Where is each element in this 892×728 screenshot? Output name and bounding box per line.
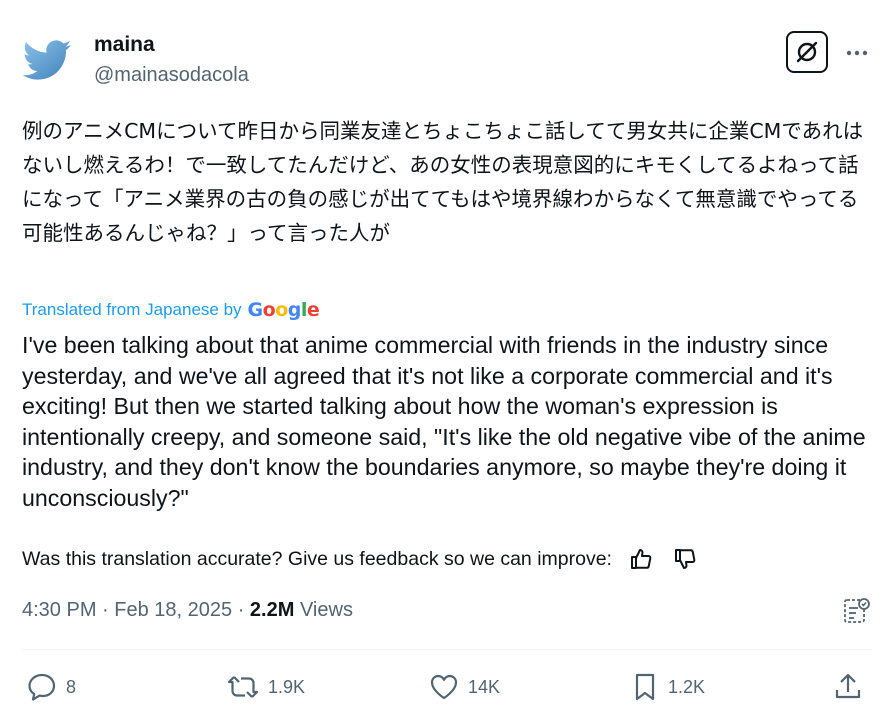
bookmark-count: 1.2K <box>668 676 706 697</box>
tweet-time[interactable]: 4:30 PM <box>22 599 96 621</box>
thumbs-down-button[interactable] <box>670 544 700 574</box>
divider <box>22 649 872 650</box>
feedback-prompt: Was this translation accurate? Give us f… <box>22 548 612 570</box>
reply-count: 8 <box>66 676 77 697</box>
views-label: Views <box>299 599 353 621</box>
share-icon <box>835 673 861 699</box>
like-icon <box>430 674 458 700</box>
author-name[interactable]: maina <box>94 32 155 58</box>
repost-count: 1.9K <box>268 676 306 697</box>
translation-feedback: Was this translation accurate? Give us f… <box>22 544 700 574</box>
tweet-translated-text: I've been talking about that anime comme… <box>22 332 866 511</box>
translation-attribution[interactable]: Translated from Japanese by Google <box>22 297 320 323</box>
tweet-original-text: 例のアニメCMについて昨日から同業友達とちょこちょこ話してて男女共に企業CMであ… <box>22 119 864 245</box>
more-icon <box>846 50 868 56</box>
tweet-meta: 4:30 PM · Feb 18, 2025 · 2.2M Views <box>22 599 353 621</box>
grok-button[interactable] <box>786 31 828 73</box>
repost-button[interactable]: 1.9K <box>226 670 305 704</box>
twitter-bird-avatar-icon <box>22 40 71 80</box>
share-button[interactable] <box>832 670 864 704</box>
reply-icon <box>28 673 56 701</box>
tweet-date[interactable]: Feb 18, 2025 <box>114 599 232 621</box>
like-button[interactable]: 14K <box>428 670 500 704</box>
analytics-icon <box>844 598 870 623</box>
thumbs-up-icon <box>630 549 652 569</box>
more-button[interactable] <box>840 36 874 70</box>
views-count: 2.2M <box>249 599 295 621</box>
bookmark-button[interactable]: 1.2K <box>630 670 705 704</box>
grok-icon <box>796 41 818 63</box>
thumbs-down-icon <box>674 549 696 569</box>
thumbs-up-button[interactable] <box>626 544 656 574</box>
author-handle[interactable]: @mainasodacola <box>94 62 249 88</box>
analytics-button[interactable] <box>842 596 872 626</box>
avatar[interactable] <box>22 36 74 88</box>
like-count: 14K <box>468 676 501 697</box>
bookmark-icon <box>635 673 655 701</box>
google-logo: Google <box>247 299 320 321</box>
reply-button[interactable]: 8 <box>26 670 76 704</box>
repost-icon <box>227 676 259 698</box>
translated-from-label: Translated from Japanese by <box>22 300 242 319</box>
